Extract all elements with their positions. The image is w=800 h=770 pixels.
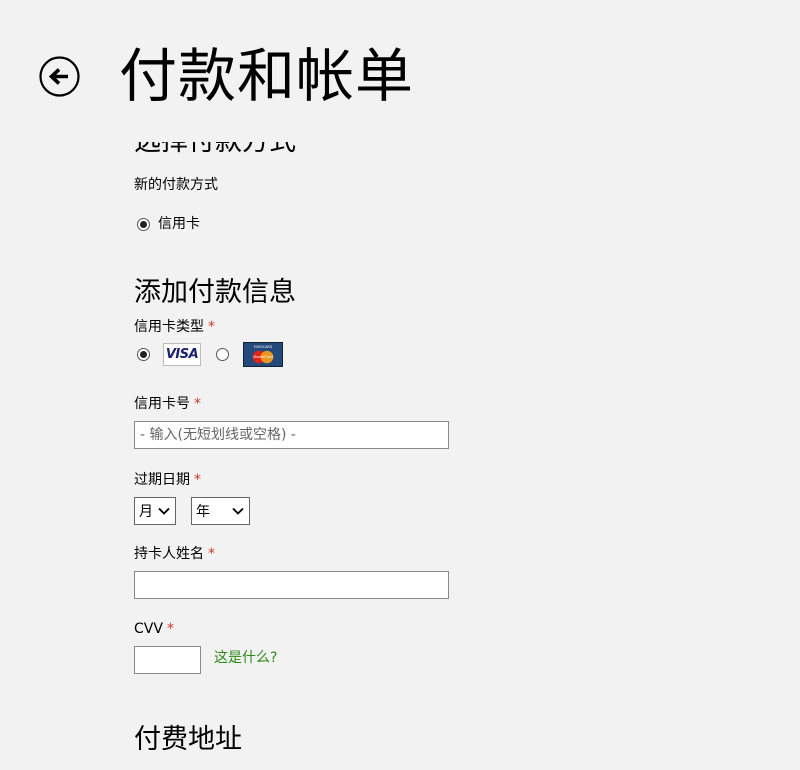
cvv-help-link[interactable]: 这是什么? xyxy=(214,647,277,667)
form-scroll-area[interactable]: 选择付款方式 新的付款方式 信用卡 添加付款信息 信用卡类型* VISA EUR… xyxy=(0,142,800,770)
visa-logo: VISA xyxy=(163,343,201,366)
payment-method-heading: 选择付款方式 xyxy=(134,142,734,160)
page-title: 付款和帐单 xyxy=(119,42,415,110)
back-arrow-icon[interactable] xyxy=(39,56,80,97)
expiry-date-label: 过期日期 * xyxy=(134,472,201,488)
mastercard-text: MasterCard xyxy=(253,355,273,359)
expiry-month-select[interactable]: 月 xyxy=(134,497,176,525)
cvv-label: CVV * xyxy=(134,621,174,637)
card-type-options: VISA EUROCARD MasterCard xyxy=(137,342,734,367)
credit-card-option[interactable]: 信用卡 xyxy=(137,214,734,234)
cvv-row: 这是什么? xyxy=(134,646,734,674)
card-number-input[interactable] xyxy=(134,421,449,449)
expiry-year-select[interactable]: 年 xyxy=(191,497,250,525)
card-holder-input[interactable] xyxy=(134,571,449,599)
billing-address-heading: 付费地址 xyxy=(134,724,242,755)
cvv-input[interactable] xyxy=(134,646,201,674)
eurocard-text: EUROCARD xyxy=(254,345,273,349)
add-payment-heading: 添加付款信息 xyxy=(134,277,296,308)
card-type-label: 信用卡类型 * xyxy=(134,319,215,335)
expiry-date-selects: 月 年 xyxy=(134,497,734,525)
expiry-year-value: 年 xyxy=(196,504,210,520)
mastercard-logo: EUROCARD MasterCard xyxy=(243,342,283,367)
required-asterisk: * xyxy=(166,621,174,637)
required-asterisk: * xyxy=(208,546,215,562)
required-asterisk: * xyxy=(194,396,201,412)
required-asterisk: * xyxy=(194,472,201,488)
mastercard-radio[interactable] xyxy=(216,348,229,361)
credit-card-radio[interactable] xyxy=(137,217,150,231)
form-content: 选择付款方式 新的付款方式 信用卡 添加付款信息 信用卡类型* VISA EUR… xyxy=(134,142,734,758)
card-number-label: 信用卡号 * xyxy=(134,396,201,412)
chevron-down-icon xyxy=(232,507,244,515)
new-payment-method-label: 新的付款方式 xyxy=(134,177,218,193)
expiry-month-value: 月 xyxy=(139,504,153,520)
visa-radio[interactable] xyxy=(137,348,150,361)
credit-card-option-label: 信用卡 xyxy=(158,216,200,232)
card-holder-label: 持卡人姓名 * xyxy=(134,546,215,562)
chevron-down-icon xyxy=(158,507,170,515)
payment-billing-page: 付款和帐单 选择付款方式 新的付款方式 信用卡 添加付款信息 信用卡类型* VI… xyxy=(0,0,800,770)
mastercard-logo-graphic: EUROCARD MasterCard xyxy=(252,345,274,364)
required-asterisk: * xyxy=(208,319,215,335)
